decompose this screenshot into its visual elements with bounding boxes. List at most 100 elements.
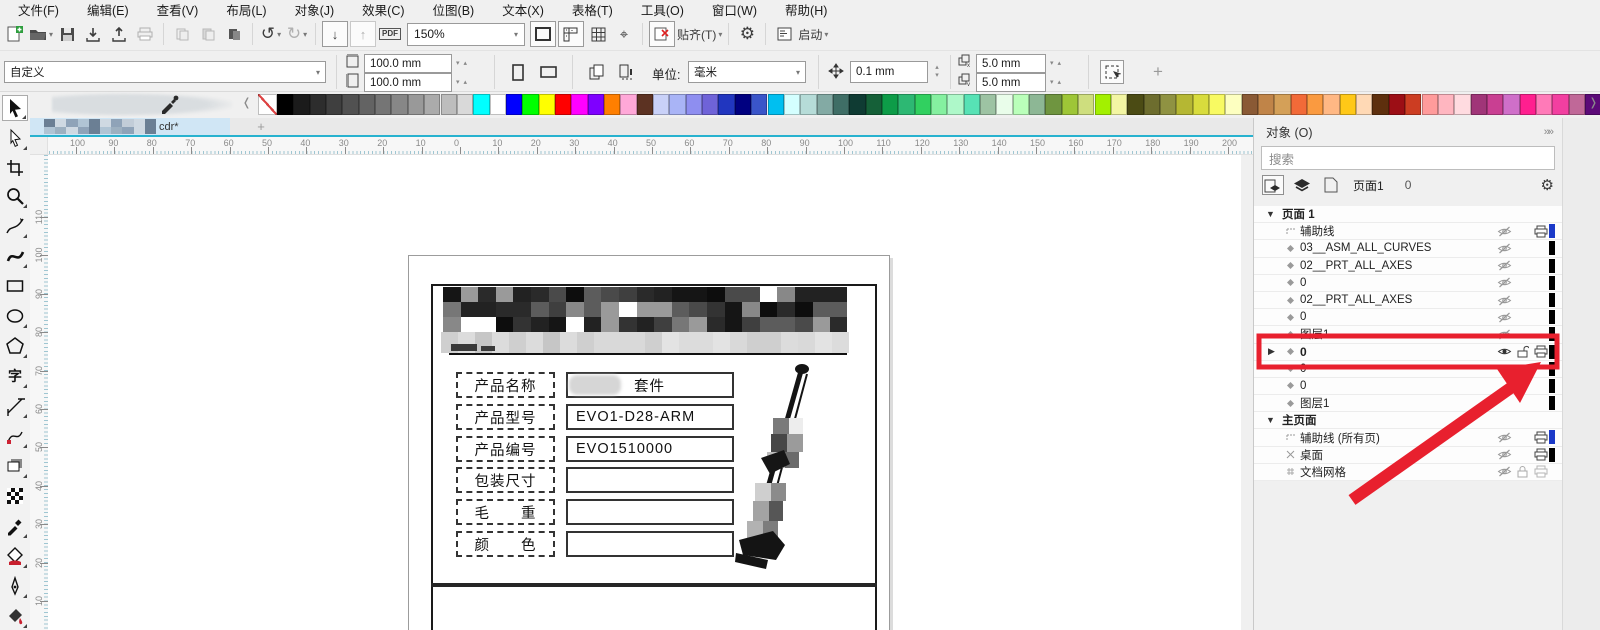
fill-tool-tool[interactable] (2, 603, 28, 629)
vertical-ruler[interactable]: 110100908070605040302010 (30, 155, 48, 630)
color-eyedropper-tool[interactable] (2, 513, 28, 539)
printable-icon[interactable] (1534, 345, 1548, 358)
export-button[interactable] (107, 21, 131, 47)
block-shadow-tool[interactable] (2, 453, 28, 479)
duplicate-y-stepper[interactable]: ▾ ▴ (1050, 78, 1062, 86)
layer-row[interactable]: 0 (1254, 361, 1563, 378)
color-swatch[interactable] (1471, 94, 1487, 115)
crop-tool[interactable] (2, 155, 28, 181)
layer-color-chip[interactable] (1549, 448, 1555, 462)
layer-row[interactable]: 文档网格 (1254, 464, 1563, 481)
docker-options-gear-icon[interactable]: ⚙ (1541, 176, 1554, 194)
layer-manager-view-button[interactable] (1291, 175, 1313, 195)
color-swatch[interactable] (1144, 94, 1160, 115)
options-gear-button[interactable]: ⚙ (735, 21, 759, 47)
shape-tool[interactable] (2, 125, 28, 151)
menu-item-0[interactable]: 文件(F) (4, 0, 73, 19)
color-swatch[interactable] (391, 94, 407, 115)
open-button[interactable]: ▾ (29, 21, 53, 47)
layer-row[interactable]: ▶0 (1254, 344, 1563, 361)
expander-icon[interactable]: ▼ (1266, 415, 1275, 425)
color-swatch[interactable] (1160, 94, 1176, 115)
portrait-button[interactable] (506, 60, 530, 84)
document-tab[interactable]: cdr* (30, 118, 230, 135)
color-swatch[interactable] (1503, 94, 1519, 115)
import-button[interactable] (81, 21, 105, 47)
color-swatch[interactable] (1078, 94, 1094, 115)
color-swatch[interactable] (686, 94, 702, 115)
layer-color-chip[interactable] (1549, 259, 1555, 273)
layer-row[interactable]: 0 (1254, 309, 1563, 326)
color-swatch[interactable] (441, 94, 457, 115)
menu-item-1[interactable]: 编辑(E) (73, 0, 143, 19)
color-swatch[interactable] (980, 94, 996, 115)
layer-group-row[interactable]: ▼页面 1 (1254, 206, 1563, 223)
color-swatch[interactable] (1029, 94, 1045, 115)
zoom-level-select[interactable]: 150% ▾ (407, 23, 525, 46)
save-button[interactable] (55, 21, 79, 47)
transparency-tool[interactable] (2, 483, 28, 509)
redo-dropdown-icon[interactable]: ▾ (303, 30, 307, 39)
print-button[interactable] (133, 21, 157, 47)
new-document-button[interactable] (3, 21, 27, 47)
docker-search-input[interactable]: 搜索 (1261, 146, 1555, 170)
full-screen-preview-button[interactable] (530, 21, 556, 47)
color-swatch[interactable] (424, 94, 440, 115)
page-width-stepper[interactable]: ▾ ▴ (456, 59, 468, 67)
show-rulers-button[interactable] (558, 21, 584, 47)
color-swatch[interactable] (768, 94, 784, 115)
printable-icon[interactable] (1534, 448, 1548, 461)
color-swatch[interactable] (1372, 94, 1388, 115)
color-swatch[interactable] (457, 94, 473, 115)
duplicate-x-stepper[interactable]: ▾ ▴ (1050, 59, 1062, 67)
lock-open-icon[interactable] (1517, 345, 1529, 358)
color-swatch[interactable] (964, 94, 980, 115)
landscape-button[interactable] (536, 60, 560, 84)
color-swatch[interactable] (1095, 94, 1111, 115)
visibility-off-icon[interactable] (1497, 466, 1512, 477)
snap-off-button[interactable] (649, 21, 675, 47)
color-swatch[interactable] (784, 94, 800, 115)
undo-button[interactable]: ↺▾ (259, 21, 283, 47)
color-swatch[interactable] (1111, 94, 1127, 115)
layer-row[interactable]: 0 (1254, 378, 1563, 395)
layer-group-row[interactable]: ▼主页面 (1254, 412, 1563, 429)
freehand-tool[interactable] (2, 213, 28, 239)
color-swatch[interactable] (1340, 94, 1356, 115)
color-swatch[interactable] (1013, 94, 1029, 115)
no-color-swatch[interactable] (258, 94, 277, 115)
layer-row[interactable]: 图层1 (1254, 326, 1563, 343)
palette-scroll-left-icon[interactable]: ❬ (242, 96, 251, 109)
horizontal-ruler[interactable]: 1009080706050403020100102030405060708090… (30, 137, 1253, 155)
color-swatch[interactable] (1209, 94, 1225, 115)
color-swatch[interactable] (277, 94, 293, 115)
color-swatch[interactable] (1291, 94, 1307, 115)
layer-color-chip[interactable] (1549, 241, 1555, 255)
color-swatch[interactable] (1389, 94, 1405, 115)
docker-collapse-icon[interactable]: »» (1544, 126, 1552, 138)
cut-button[interactable] (170, 21, 194, 47)
search-content-button[interactable]: ↓ (322, 21, 348, 47)
menu-item-11[interactable]: 帮助(H) (771, 0, 841, 19)
upload-button[interactable]: ↑ (350, 21, 376, 47)
treat-as-filled-button[interactable] (1100, 60, 1124, 84)
color-swatch[interactable] (849, 94, 865, 115)
page-height-stepper[interactable]: ▾ ▴ (456, 78, 468, 86)
printable-icon[interactable] (1534, 225, 1548, 238)
interactive-fill-tool[interactable] (2, 543, 28, 569)
palette-scroll-right-icon[interactable]: ❭ (1589, 96, 1598, 109)
nudge-stepper[interactable]: ▴▾ (932, 63, 940, 79)
expander-icon[interactable]: ▶ (1268, 346, 1275, 357)
lock-closed-icon[interactable] (1517, 465, 1529, 478)
color-swatch[interactable] (1176, 94, 1192, 115)
color-swatch[interactable] (1193, 94, 1209, 115)
units-select[interactable]: 毫米▾ (688, 61, 806, 83)
layer-color-chip[interactable] (1549, 293, 1555, 307)
visibility-off-icon[interactable] (1497, 432, 1512, 443)
color-swatch[interactable] (637, 94, 653, 115)
color-swatch[interactable] (1258, 94, 1274, 115)
copy-button[interactable] (196, 21, 220, 47)
layer-row[interactable]: 图层1 (1254, 395, 1563, 412)
open-dropdown-icon[interactable]: ▾ (49, 30, 53, 39)
color-swatch[interactable] (669, 94, 685, 115)
